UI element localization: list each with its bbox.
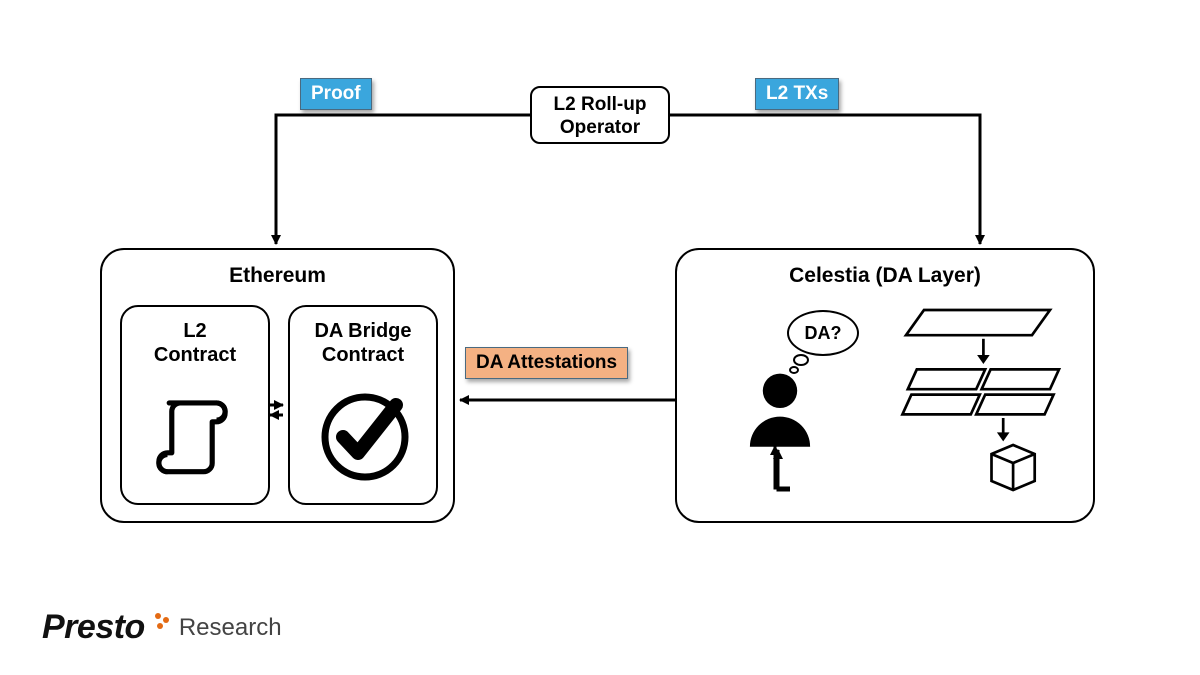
speech-bubble: DA? xyxy=(787,310,859,356)
celestia-title: Celestia (DA Layer) xyxy=(677,264,1093,288)
brand-sub: Research xyxy=(179,614,282,642)
arrow-operator-to-celestia xyxy=(670,115,980,244)
l2-contract-line1: L2 xyxy=(122,319,268,343)
label-da-attestations: DA Attestations xyxy=(465,347,628,379)
brand-name: Presto xyxy=(42,608,145,647)
checkmark-icon xyxy=(315,387,415,487)
scroll-icon xyxy=(152,385,238,481)
ethereum-box: Ethereum L2 Contract DA Bridge Contract xyxy=(100,248,455,523)
node-l2-rollup-operator: L2 Roll-up Operator xyxy=(530,86,670,144)
brand-logo: Presto Research xyxy=(42,608,282,647)
speech-text: DA? xyxy=(805,323,842,344)
label-l2txs: L2 TXs xyxy=(755,78,839,110)
label-proof: Proof xyxy=(300,78,372,110)
diagram-canvas: L2 Roll-up Operator Proof L2 TXs DA Atte… xyxy=(0,0,1200,675)
data-flow-icon xyxy=(897,300,1077,500)
celestia-box: Celestia (DA Layer) DA? xyxy=(675,248,1095,523)
ethereum-title: Ethereum xyxy=(102,264,453,288)
da-bridge-line1: DA Bridge xyxy=(290,319,436,343)
speech-tail-icon xyxy=(789,352,819,378)
da-bridge-line2: Contract xyxy=(290,343,436,367)
brand-dots-icon xyxy=(151,611,169,645)
operator-line1: L2 Roll-up xyxy=(532,94,668,117)
arrow-operator-to-ethereum xyxy=(276,115,530,244)
l2-contract-box: L2 Contract xyxy=(120,305,270,505)
operator-line2: Operator xyxy=(532,117,668,140)
l2-contract-line2: Contract xyxy=(122,343,268,367)
da-bridge-contract-box: DA Bridge Contract xyxy=(288,305,438,505)
